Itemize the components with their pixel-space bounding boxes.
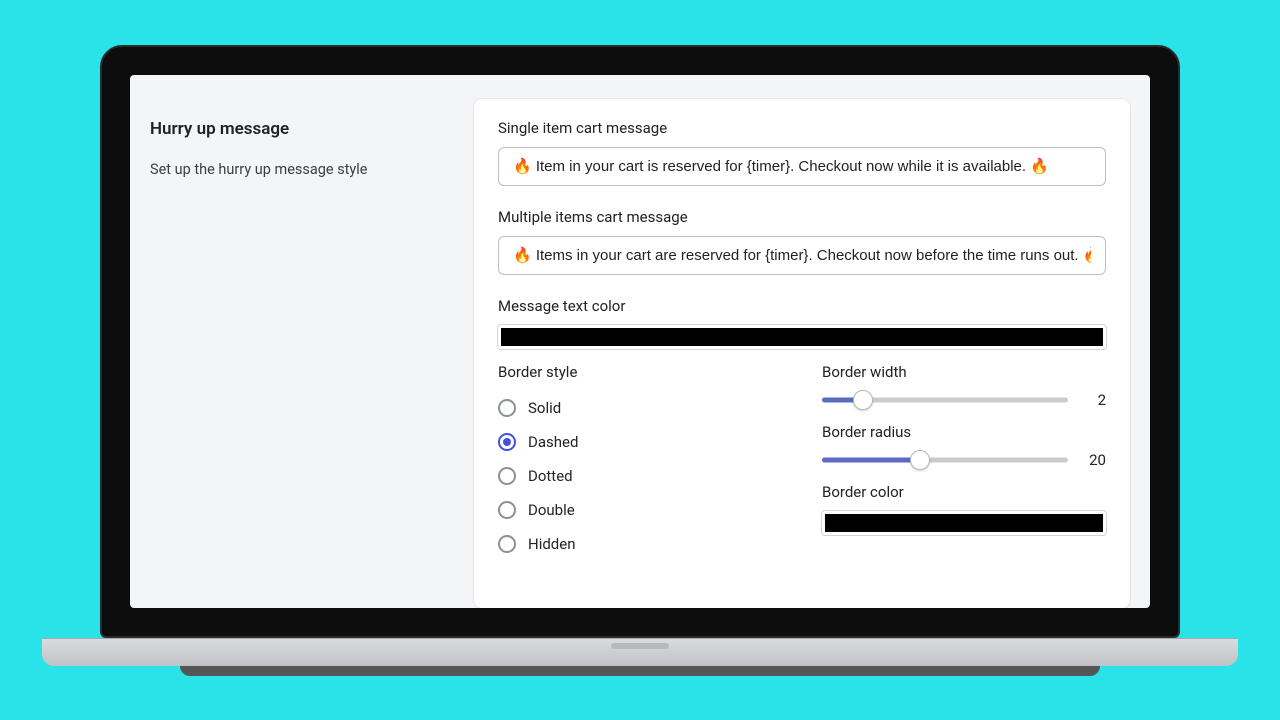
radio-icon xyxy=(498,399,516,417)
border-style-option-double[interactable]: Double xyxy=(498,493,782,527)
single-item-input[interactable] xyxy=(498,147,1106,186)
radio-label: Dashed xyxy=(528,433,578,451)
border-color-swatch[interactable] xyxy=(822,511,1106,535)
app-screen: Hurry up message Set up the hurry up mes… xyxy=(130,75,1150,608)
border-style-option-dotted[interactable]: Dotted xyxy=(498,459,782,493)
border-width-value: 2 xyxy=(1080,391,1106,409)
border-style-group: Border style Solid Dashed Dotted Double Hidd… xyxy=(498,363,782,561)
border-style-option-solid[interactable]: Solid xyxy=(498,391,782,425)
section-description: Set up the hurry up message style xyxy=(150,161,450,178)
section-title: Hurry up message xyxy=(150,119,450,139)
multi-item-label: Multiple items cart message xyxy=(498,208,1106,226)
border-width-slider[interactable] xyxy=(822,391,1068,409)
radio-icon xyxy=(498,433,516,451)
text-color-label: Message text color xyxy=(498,297,1106,315)
border-radius-slider[interactable] xyxy=(822,451,1068,469)
border-radius-label: Border radius xyxy=(822,423,1106,441)
section-sidebar: Hurry up message Set up the hurry up mes… xyxy=(150,99,450,608)
radio-label: Dotted xyxy=(528,467,573,485)
radio-label: Hidden xyxy=(528,535,576,553)
border-style-option-hidden[interactable]: Hidden xyxy=(498,527,782,561)
laptop-deck xyxy=(42,638,1238,666)
border-width-label: Border width xyxy=(822,363,1106,381)
border-style-label: Border style xyxy=(498,363,782,381)
radio-icon xyxy=(498,467,516,485)
text-color-swatch[interactable] xyxy=(498,325,1106,349)
settings-card: Single item cart message Multiple items … xyxy=(474,99,1130,608)
radio-icon xyxy=(498,501,516,519)
radio-label: Solid xyxy=(528,399,561,417)
laptop-foot xyxy=(180,666,1100,676)
border-color-label: Border color xyxy=(822,483,1106,501)
radio-label: Double xyxy=(528,501,575,519)
radio-icon xyxy=(498,535,516,553)
multi-item-input[interactable] xyxy=(498,236,1106,275)
border-style-option-dashed[interactable]: Dashed xyxy=(498,425,782,459)
single-item-label: Single item cart message xyxy=(498,119,1106,137)
border-radius-value: 20 xyxy=(1080,451,1106,469)
